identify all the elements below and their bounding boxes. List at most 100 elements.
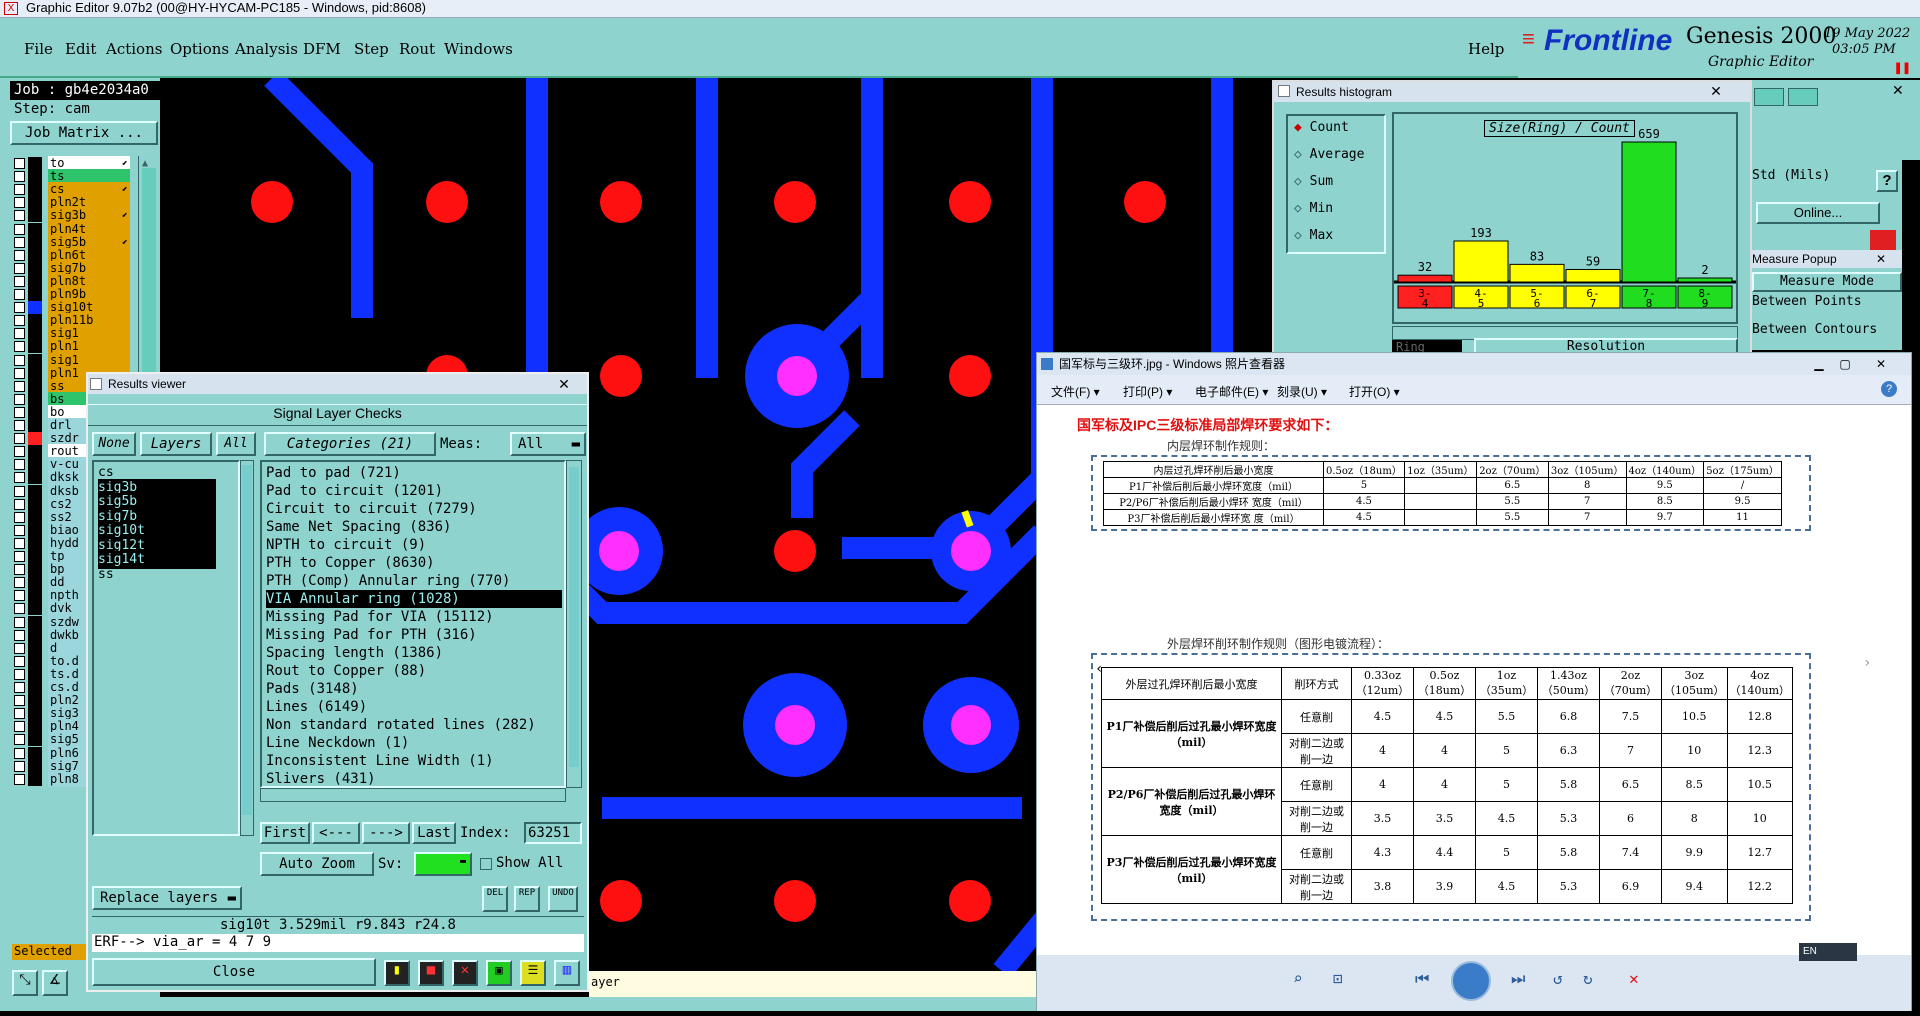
option-sum[interactable]: ◇ Sum <box>1294 174 1333 189</box>
sv-color-select[interactable]: ▬ <box>414 852 472 876</box>
job-matrix-button[interactable]: Job Matrix ... <box>10 121 158 145</box>
layer-color-swatch[interactable] <box>28 392 42 406</box>
layer-color-swatch[interactable] <box>28 602 42 616</box>
scroll-thumb[interactable] <box>242 465 252 815</box>
layer-color-swatch[interactable] <box>28 615 42 629</box>
layer-checkbox[interactable] <box>14 564 25 576</box>
menu-options[interactable]: Options <box>170 40 229 58</box>
category-item[interactable]: Line Neckdown (1) <box>266 734 562 752</box>
category-item[interactable]: VIA Annular ring (1028) <box>266 590 562 608</box>
layer-checkbox[interactable] <box>14 616 25 628</box>
category-item[interactable]: Rout to Copper (88) <box>266 662 562 680</box>
categories-button[interactable]: Categories (21) <box>264 432 436 456</box>
layer-checkbox[interactable] <box>14 433 25 445</box>
close-icon[interactable]: ✕ <box>544 374 584 394</box>
layer-color-swatch[interactable] <box>28 746 42 760</box>
layer-checkbox[interactable] <box>14 747 25 759</box>
delete-icon[interactable]: ✕ <box>1629 969 1639 988</box>
option-max[interactable]: ◇ Max <box>1294 228 1333 243</box>
histogram-bar[interactable] <box>1509 263 1565 283</box>
layer-color-swatch[interactable] <box>28 157 42 170</box>
layer-checkbox[interactable] <box>14 668 25 680</box>
layer-checkbox[interactable] <box>14 249 25 261</box>
tool-button[interactable] <box>1754 88 1784 106</box>
layer-checkbox[interactable] <box>14 380 25 392</box>
layer-checkbox[interactable] <box>14 524 25 536</box>
category-item[interactable]: Slivers (431) <box>266 770 562 788</box>
layer-color-swatch[interactable] <box>28 563 42 577</box>
layer-color-swatch[interactable] <box>28 471 42 485</box>
next-button[interactable]: ---> <box>362 822 410 844</box>
category-item[interactable]: Spacing length (1386) <box>266 644 562 662</box>
close-button[interactable]: Close <box>92 958 376 986</box>
menu-file[interactable]: File <box>24 40 53 58</box>
layer-color-swatch[interactable] <box>28 550 42 563</box>
last-button[interactable]: Last <box>412 822 456 844</box>
tool-icon-button[interactable]: ✕ <box>452 960 478 986</box>
category-item[interactable]: Pads (3148) <box>266 680 562 698</box>
layer-color-swatch[interactable] <box>28 353 42 367</box>
layer-list-scrollbar[interactable] <box>240 460 254 836</box>
layer-checkbox[interactable] <box>14 262 25 274</box>
menu-file-cn[interactable]: 文件(F) ▾ <box>1051 383 1100 400</box>
next-arrow-icon[interactable]: › <box>1863 655 1871 671</box>
report-button[interactable]: REP <box>514 886 540 912</box>
histogram-bar[interactable] <box>1621 141 1677 283</box>
category-item[interactable]: Lines (6149) <box>266 698 562 716</box>
show-all-checkbox[interactable] <box>480 858 492 870</box>
layer-color-swatch[interactable] <box>28 288 42 301</box>
layer-checkbox[interactable] <box>14 328 25 340</box>
layer-checkbox[interactable] <box>14 367 25 379</box>
layer-color-swatch[interactable] <box>28 641 42 655</box>
layer-color-swatch[interactable] <box>28 248 42 262</box>
tool-icon-button[interactable]: ▣ <box>486 960 512 986</box>
layer-checkbox[interactable] <box>14 708 25 720</box>
layer-checkbox[interactable] <box>14 498 25 510</box>
layer-color-swatch[interactable] <box>28 405 42 419</box>
layer-color-swatch[interactable] <box>28 222 42 236</box>
fit-icon[interactable]: ⊡ <box>1333 969 1343 988</box>
layer-checkbox[interactable] <box>14 446 25 458</box>
layer-checkbox[interactable] <box>14 420 25 431</box>
layer-color-swatch[interactable] <box>28 261 42 275</box>
measure-mode-button[interactable]: Measure Mode <box>1752 272 1902 292</box>
result-layer-item[interactable]: ss <box>98 566 216 584</box>
layer-color-swatch[interactable] <box>28 720 42 734</box>
next-icon[interactable]: ⏭ <box>1511 969 1525 989</box>
category-hscrollbar[interactable] <box>260 788 566 802</box>
meas-select[interactable]: All ▬ <box>510 432 586 456</box>
layer-color-swatch[interactable] <box>28 759 42 773</box>
layer-color-swatch[interactable] <box>28 458 42 472</box>
layer-scroll-thumb[interactable] <box>142 168 156 398</box>
option-count[interactable]: ◆ Count <box>1294 120 1349 135</box>
menu-rout[interactable]: Rout <box>399 40 435 58</box>
layer-checkbox[interactable] <box>14 223 25 235</box>
all-button[interactable]: All <box>216 432 256 456</box>
layer-results-list[interactable]: cs sig3b sig5b sig7b sig10t sig12t sig14t ss <box>92 460 240 836</box>
layer-color-swatch[interactable] <box>28 654 42 668</box>
layer-color-swatch[interactable] <box>28 772 42 786</box>
category-list[interactable]: Pad to pad (721) Pad to circuit (1201) Cir… <box>260 460 566 788</box>
category-scrollbar[interactable] <box>566 460 582 788</box>
between-contours-option[interactable]: Between Contours <box>1752 322 1877 337</box>
layer-color-swatch[interactable] <box>28 183 42 197</box>
layer-color-swatch[interactable] <box>28 379 42 393</box>
layer-color-swatch[interactable] <box>28 419 42 432</box>
menu-dfm[interactable]: DFM <box>303 40 341 58</box>
measure-tool-button[interactable]: ∡ <box>42 970 68 996</box>
layer-checkbox[interactable] <box>14 603 25 615</box>
online-button[interactable]: Online... <box>1756 202 1880 224</box>
layer-checkbox[interactable] <box>14 511 25 523</box>
layer-checkbox[interactable] <box>14 760 25 772</box>
layer-checkbox[interactable] <box>14 341 25 353</box>
tool-icon-button[interactable]: ■ <box>418 960 444 986</box>
layer-color-swatch[interactable] <box>28 209 42 223</box>
layer-checkbox[interactable] <box>14 210 25 222</box>
layer-color-swatch[interactable] <box>28 694 42 708</box>
layer-checkbox[interactable] <box>14 485 25 497</box>
layer-checkbox[interactable] <box>14 734 25 746</box>
replace-layers-select[interactable]: Replace layers ▬ <box>92 886 242 910</box>
layer-checkbox[interactable] <box>14 354 25 366</box>
category-item[interactable]: Non standard rotated lines (282) <box>266 716 562 734</box>
layer-checkbox[interactable] <box>14 721 25 733</box>
